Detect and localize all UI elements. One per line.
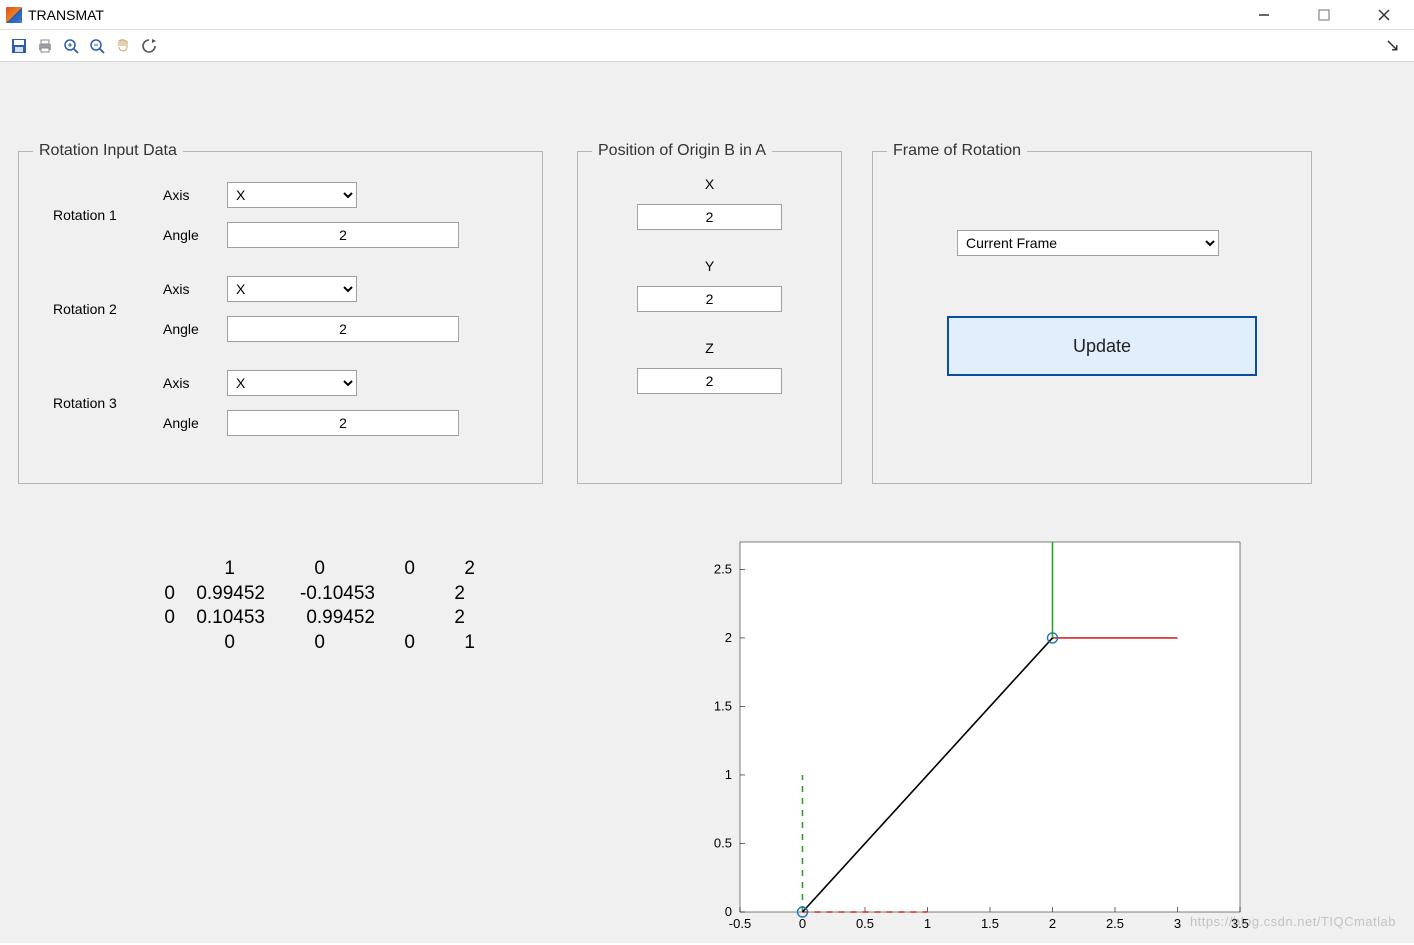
pos-x-input[interactable] [637,204,782,230]
pos-y-label: Y [705,258,714,274]
axis-label: Axis [163,281,213,297]
reset-icon[interactable] [136,33,162,59]
pan-icon[interactable] [110,33,136,59]
rotation2-angle-input[interactable] [227,316,459,342]
rotation-legend: Rotation Input Data [33,142,183,160]
rotation1-axis-select[interactable]: X [227,182,357,208]
rotation2-label: Rotation 2 [33,301,163,317]
zoom-in-icon[interactable] [58,33,84,59]
pos-z-input[interactable] [637,368,782,394]
mat-cell: 0 [335,557,425,582]
angle-label: Angle [163,227,213,243]
window-controls [1234,0,1414,30]
angle-label: Angle [163,415,213,431]
mat-cell: -0.10453 [275,582,385,607]
position-legend: Position of Origin B in A [592,142,772,160]
close-button[interactable] [1354,0,1414,30]
rotation3-angle-input[interactable] [227,410,459,436]
mat-cell: 0 [245,631,335,656]
mat-cell: 0.10453 [185,606,275,631]
frame-select[interactable]: Current Frame [957,230,1219,256]
window-title: TRANSMAT [28,7,104,23]
svg-text:2: 2 [1049,916,1056,931]
axis-label: Axis [163,375,213,391]
rotation1-label: Rotation 1 [33,207,163,223]
rotation3-axis-select[interactable]: X [227,370,357,396]
save-icon[interactable] [6,33,32,59]
mat-cell: 0 [155,606,185,631]
body-area: Rotation Input Data Rotation 1 Axis X An… [0,62,1414,943]
axes-plot: -0.500.511.522.533.500.511.522.5 [690,532,1250,942]
pos-x-label: X [705,176,714,192]
svg-text:0.5: 0.5 [714,835,732,850]
update-button[interactable]: Update [947,316,1257,376]
rotation1-angle-input[interactable] [227,222,459,248]
svg-text:2: 2 [725,630,732,645]
mat-cell: 0 [335,631,425,656]
svg-text:2.5: 2.5 [1106,916,1124,931]
print-icon[interactable] [32,33,58,59]
svg-text:1.5: 1.5 [714,698,732,713]
mat-cell: 2 [385,606,475,631]
titlebar: TRANSMAT [0,0,1414,30]
mat-cell: 1 [185,557,245,582]
position-panel: Position of Origin B in A X Y Z [577,142,842,484]
svg-text:0: 0 [799,916,806,931]
watermark: https://blog.csdn.net/TIQCmatlab [1190,914,1396,929]
svg-text:1.5: 1.5 [981,916,999,931]
frame-panel: Frame of Rotation Current Frame Update [872,142,1312,484]
svg-text:3: 3 [1174,916,1181,931]
plot-area[interactable]: -0.500.511.522.533.500.511.522.5 [690,532,1250,942]
angle-label: Angle [163,321,213,337]
frame-legend: Frame of Rotation [887,142,1027,160]
rotation3-label: Rotation 3 [33,395,163,411]
svg-text:1: 1 [924,916,931,931]
minimize-button[interactable] [1234,0,1294,30]
toolbar-overflow-icon[interactable]: ↘ [1385,35,1408,56]
toolbar: ↘ [0,30,1414,62]
app-icon [6,7,22,23]
matrix-output: 1 0 0 2 0 0.99452 -0.10453 2 0 0.10453 0… [185,557,485,656]
pos-y-input[interactable] [637,286,782,312]
rotation-panel: Rotation Input Data Rotation 1 Axis X An… [18,142,543,484]
mat-cell: 2 [385,582,475,607]
mat-cell: 0 [155,582,185,607]
rotation2-axis-select[interactable]: X [227,276,357,302]
zoom-out-icon[interactable] [84,33,110,59]
pos-z-label: Z [705,340,714,356]
maximize-button[interactable] [1294,0,1354,30]
mat-cell: 1 [425,631,485,656]
svg-text:1: 1 [725,767,732,782]
svg-text:-0.5: -0.5 [729,916,751,931]
mat-cell: 0 [185,631,245,656]
svg-text:0.5: 0.5 [856,916,874,931]
mat-cell: 0.99452 [275,606,385,631]
axis-label: Axis [163,187,213,203]
svg-text:2.5: 2.5 [714,561,732,576]
mat-cell: 2 [425,557,485,582]
svg-text:0: 0 [725,904,732,919]
mat-cell: 0.99452 [185,582,275,607]
mat-cell: 0 [245,557,335,582]
